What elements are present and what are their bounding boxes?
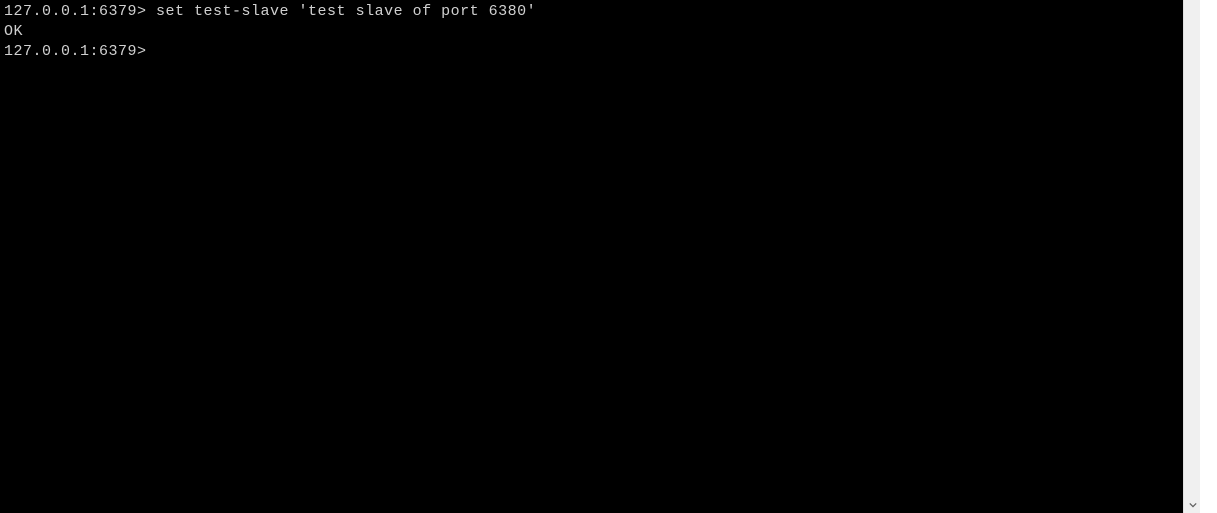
terminal-content[interactable]: 127.0.0.1:6379> set test-slave 'test sla… bbox=[0, 0, 1183, 513]
chevron-down-icon bbox=[1189, 501, 1197, 509]
vertical-scrollbar[interactable] bbox=[1183, 0, 1200, 513]
terminal-line: 127.0.0.1:6379> set test-slave 'test sla… bbox=[4, 2, 1179, 22]
terminal-output: OK bbox=[4, 23, 23, 40]
terminal-line: OK bbox=[4, 22, 1179, 42]
scroll-down-button[interactable] bbox=[1184, 496, 1201, 513]
terminal-command: set test-slave 'test slave of port 6380' bbox=[147, 3, 537, 20]
terminal-window: 127.0.0.1:6379> set test-slave 'test sla… bbox=[0, 0, 1200, 513]
terminal-prompt: 127.0.0.1:6379> bbox=[4, 3, 147, 20]
terminal-line: 127.0.0.1:6379> bbox=[4, 42, 1179, 62]
terminal-prompt: 127.0.0.1:6379> bbox=[4, 43, 147, 60]
